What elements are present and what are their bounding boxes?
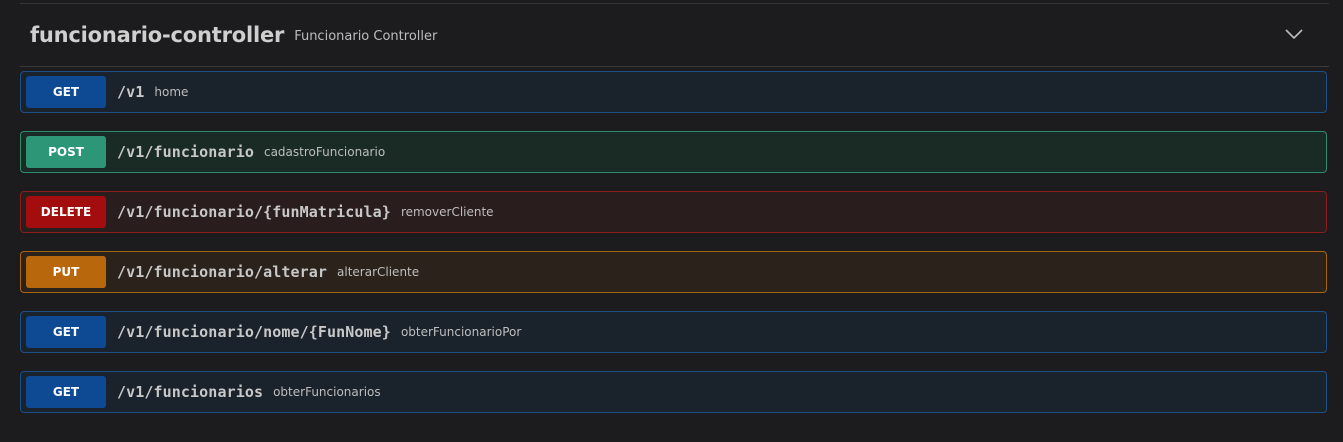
operation-path: /v1/funcionario/{funMatricula} bbox=[117, 203, 391, 221]
method-badge-put: PUT bbox=[26, 256, 106, 288]
operation-delete-funcionario[interactable]: DELETE /v1/funcionario/{funMatricula} re… bbox=[20, 191, 1327, 233]
operation-get-funcionario-nome[interactable]: GET /v1/funcionario/nome/{FunNome} obter… bbox=[20, 311, 1327, 353]
method-badge-get: GET bbox=[26, 376, 106, 408]
operation-path: /v1/funcionario/nome/{FunNome} bbox=[117, 323, 391, 341]
operation-summary: cadastroFuncionario bbox=[263, 145, 386, 159]
method-badge-post: POST bbox=[26, 136, 106, 168]
operation-summary: home bbox=[154, 85, 189, 99]
operation-get-v1[interactable]: GET /v1 home bbox=[20, 71, 1327, 113]
operation-summary: obterFuncionarioPor bbox=[400, 325, 522, 339]
operation-get-funcionarios[interactable]: GET /v1/funcionarios obterFuncionarios bbox=[20, 371, 1327, 413]
method-badge-get: GET bbox=[26, 76, 106, 108]
operation-path: /v1/funcionario bbox=[117, 143, 254, 161]
method-badge-delete: DELETE bbox=[26, 196, 106, 228]
operation-post-funcionario[interactable]: POST /v1/funcionario cadastroFuncionario bbox=[20, 131, 1327, 173]
operation-summary: alterarCliente bbox=[337, 265, 420, 279]
tag-header[interactable]: funcionario-controller Funcionario Contr… bbox=[20, 4, 1329, 67]
operation-summary: obterFuncionarios bbox=[273, 385, 381, 399]
operation-path: /v1/funcionarios bbox=[117, 383, 264, 401]
tag-name: funcionario-controller bbox=[30, 23, 285, 47]
chevron-down-icon[interactable] bbox=[1285, 28, 1303, 40]
operation-summary: removerCliente bbox=[400, 205, 494, 219]
method-badge-get: GET bbox=[26, 316, 106, 348]
operation-path: /v1/funcionario/alterar bbox=[117, 263, 328, 281]
operation-path: /v1 bbox=[117, 83, 145, 101]
operation-put-funcionario-alterar[interactable]: PUT /v1/funcionario/alterar alterarClien… bbox=[20, 251, 1327, 293]
tag-description: Funcionario Controller bbox=[294, 28, 438, 44]
swagger-tag-section: funcionario-controller Funcionario Contr… bbox=[0, 0, 1343, 442]
